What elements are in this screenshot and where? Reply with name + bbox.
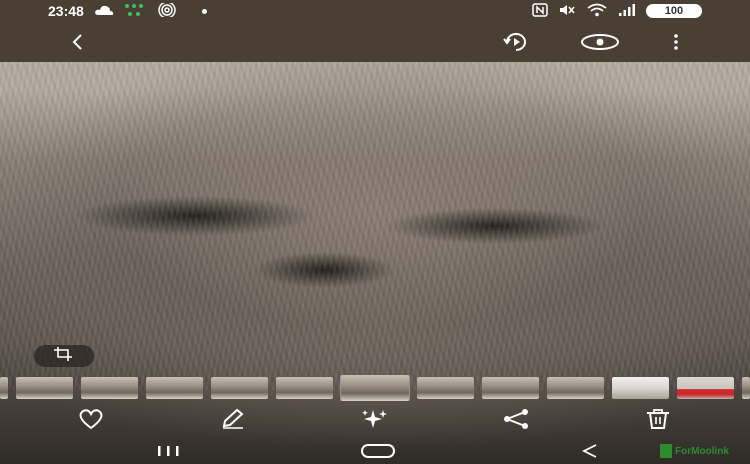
filmstrip-thumb[interactable]: [81, 377, 138, 399]
recent-apps-icon[interactable]: [150, 442, 186, 460]
status-time: 23:48: [48, 3, 84, 19]
status-left: 23:48: [48, 0, 207, 20]
cell-signal-icon: [618, 3, 636, 20]
filmstrip-thumb[interactable]: [16, 377, 73, 399]
mute-icon: [558, 3, 576, 20]
filmstrip-thumb[interactable]: [612, 377, 669, 399]
nfc-icon: [532, 2, 548, 20]
status-bar: 23:48 100: [0, 0, 750, 22]
wifi-icon: [586, 3, 608, 20]
filmstrip-thumb[interactable]: [211, 377, 268, 399]
share-icon[interactable]: [498, 407, 534, 431]
filmstrip-thumb[interactable]: [677, 377, 734, 399]
more-vert-icon[interactable]: [660, 28, 692, 56]
photo-toolbar: [0, 22, 750, 62]
home-icon[interactable]: [360, 442, 396, 460]
back-icon[interactable]: [572, 442, 608, 460]
filmstrip-thumb[interactable]: [482, 377, 539, 399]
heart-icon[interactable]: [73, 407, 109, 431]
filmstrip-thumb[interactable]: [742, 377, 750, 399]
dot-icon: [201, 8, 207, 14]
edit-pencil-icon[interactable]: [215, 407, 251, 431]
filmstrip-thumb[interactable]: [0, 377, 8, 399]
status-right: 100: [532, 2, 702, 20]
filmstrip: [0, 375, 750, 401]
filmstrip-thumb[interactable]: [417, 377, 474, 399]
filmstrip-thumb[interactable]: [146, 377, 203, 399]
trash-icon[interactable]: [640, 407, 676, 431]
filmstrip-thumb[interactable]: [547, 377, 604, 399]
dots-icon: [124, 3, 144, 20]
cloud-icon: [94, 3, 114, 19]
watermark-text: ForMoolink: [675, 445, 729, 457]
crop-icon: [53, 346, 75, 367]
filmstrip-thumb-current[interactable]: [340, 375, 410, 401]
watermark: ForMoolink: [660, 443, 729, 459]
cat-photo-texture: [0, 60, 750, 390]
watermark-logo-icon: [660, 444, 672, 458]
battery-icon: 100: [646, 4, 702, 18]
view-icon[interactable]: [578, 28, 622, 56]
battery-level: 100: [664, 5, 684, 17]
signal-rings-icon: [154, 0, 180, 20]
filmstrip-thumb[interactable]: [276, 377, 333, 399]
motion-photo-icon[interactable]: [500, 28, 532, 56]
enhance-sparkle-icon[interactable]: [357, 407, 393, 431]
back-chevron-icon[interactable]: [62, 28, 94, 56]
crop-button[interactable]: [34, 345, 94, 367]
action-bar: [0, 405, 750, 433]
top-overlay: 23:48 100: [0, 0, 750, 62]
system-nav-bar: [0, 436, 750, 464]
